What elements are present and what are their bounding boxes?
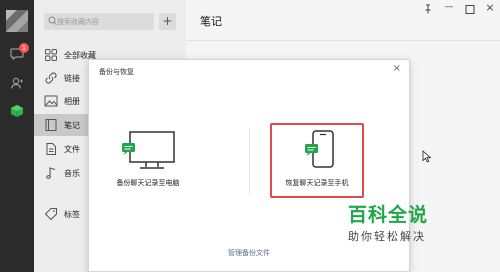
nav-label: 链接 [64,74,80,83]
link-icon [45,72,57,84]
divider [186,40,500,41]
nav-label: 笔记 [64,121,80,130]
maximize-icon[interactable] [464,5,476,14]
backup-to-pc-option[interactable]: 备份聊天记录至电脑 [101,123,195,198]
contacts-icon[interactable] [10,76,24,90]
image-icon [44,95,58,107]
pin-icon[interactable] [422,4,434,14]
page-title: 笔记 [200,15,222,28]
favorites-cube-icon[interactable] [10,104,24,118]
unread-badge: 1 [19,43,29,53]
app-sidebar: 1 [0,0,34,272]
manage-backup-files-link[interactable]: 管理备份文件 [89,248,409,258]
phone-icon [305,130,334,168]
divider [249,128,250,194]
watermark-title: 百科全说 [348,204,429,226]
nav-label: 相册 [64,97,80,106]
search-icon [48,16,57,26]
dialog-close-button[interactable]: × [393,63,401,74]
tag-icon [44,208,57,221]
file-icon [46,143,56,155]
backup-to-pc-label: 备份聊天记录至电脑 [116,179,180,187]
nav-label: 标签 [64,210,80,219]
nav-label: 音乐 [64,169,80,178]
add-button[interactable]: + [159,13,176,30]
note-icon [45,119,57,131]
avatar[interactable] [6,10,28,32]
close-icon[interactable]: × [484,1,496,14]
nav-label: 文件 [64,145,80,154]
dialog-title: 备份与恢复 [99,68,134,76]
grid-icon [45,49,57,61]
restore-to-phone-option[interactable]: 恢复聊天记录至手机 [270,123,364,198]
watermark: 百科全说 助你轻松解决 [348,200,458,244]
mouse-cursor-icon [422,150,431,163]
restore-to-phone-label: 恢复聊天记录至手机 [285,179,349,187]
watermark-subtitle: 助你轻松解决 [348,230,426,243]
search-box[interactable] [44,13,154,30]
computer-icon [122,131,175,169]
music-icon [46,167,56,179]
search-input[interactable] [57,13,151,30]
minimize-icon[interactable]: — [443,2,455,12]
